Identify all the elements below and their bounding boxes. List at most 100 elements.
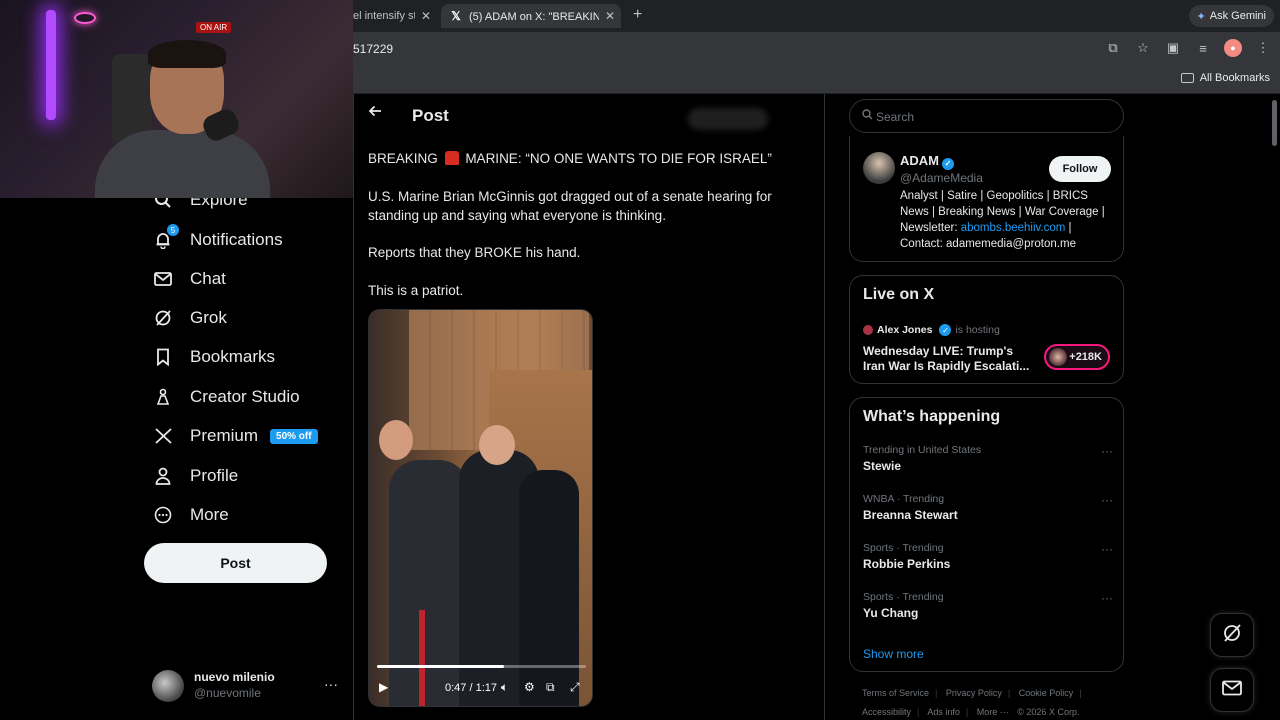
blurred-button[interactable]: [688, 108, 768, 130]
more-dots-icon[interactable]: ···: [1101, 591, 1113, 605]
show-more-link[interactable]: Show more: [863, 647, 924, 661]
browser-tab-active[interactable]: 𝕏 (5) ADAM on X: "BREAKING 🚨 ✕: [441, 4, 621, 28]
host-name: Alex Jones: [877, 324, 933, 336]
avatar: [152, 670, 184, 702]
post-button[interactable]: Post: [144, 543, 327, 583]
footer-link[interactable]: Terms of Service: [862, 688, 929, 698]
host-avatar: [863, 325, 873, 335]
listener-count: +218K: [1069, 351, 1102, 363]
ask-gemini-button[interactable]: ✦ Ask Gemini: [1188, 5, 1274, 27]
right-sidebar: Search ADAM ✓ @AdameMedia Follow Analyst …: [826, 94, 1272, 720]
trend-item[interactable]: WNBA · Trending Breanna Stewart ···: [863, 493, 1113, 522]
video-frame-marine: [389, 460, 469, 706]
headline-text: MARINE: “NO ONE WANTS TO DIE FOR ISRAEL”: [465, 151, 772, 166]
nav-chat[interactable]: Chat: [152, 264, 226, 294]
install-app-icon[interactable]: ⧉: [1104, 39, 1122, 57]
follow-button[interactable]: Follow: [1049, 156, 1111, 182]
webcam-overlay: ON AIR: [0, 0, 353, 198]
toolbar-icons: ⧉ ☆ ▣ ≡ ● ⋮: [1104, 39, 1272, 57]
avatar[interactable]: [863, 152, 895, 184]
verified-icon: ✓: [942, 157, 954, 170]
video-player[interactable]: ▶ 0:47 / 1:17 🔈︎ ⚙︎ ⧉ ⤢: [368, 309, 593, 707]
author-bio: Analyst | Satire | Geopolitics | BRICS N…: [900, 188, 1115, 252]
post-header: Post: [354, 94, 824, 138]
menu-kebab-icon[interactable]: ⋮: [1254, 39, 1272, 57]
close-icon[interactable]: ✕: [421, 9, 431, 23]
streamer-hair: [148, 40, 226, 68]
more-dots-icon[interactable]: ···: [1101, 542, 1113, 556]
more-circle-icon: [152, 504, 174, 526]
account-handle: @nuevomile: [194, 686, 261, 700]
trend-name: Breanna Stewart: [863, 508, 958, 522]
nav-profile[interactable]: Profile: [152, 461, 238, 491]
footer-link[interactable]: Accessibility: [862, 707, 911, 717]
trend-item[interactable]: Sports · Trending Yu Chang ···: [863, 591, 1113, 620]
footer-link[interactable]: Privacy Policy: [946, 688, 1002, 698]
nav-notifications[interactable]: 5 Notifications: [152, 224, 283, 255]
volume-icon[interactable]: 🔈︎: [501, 680, 508, 695]
account-switcher[interactable]: nuevo milenio @nuevomile ···: [152, 668, 342, 704]
verified-icon: ✓: [939, 324, 952, 336]
more-dots-icon[interactable]: ···: [324, 676, 338, 692]
trend-name: Robbie Perkins: [863, 557, 951, 571]
nav-premium[interactable]: Premium 50% off: [152, 421, 318, 451]
nav-bookmarks[interactable]: Bookmarks: [152, 342, 275, 372]
grok-icon: [152, 307, 174, 329]
hosting-label: is hosting: [955, 324, 1000, 336]
messages-float-button[interactable]: [1210, 668, 1254, 712]
trend-name: Yu Chang: [863, 606, 919, 620]
video-progress-bar[interactable]: [377, 665, 586, 668]
search-icon: [862, 109, 873, 123]
nav-label: Creator Studio: [190, 387, 300, 406]
siren-emoji-icon: [444, 151, 459, 165]
settings-gear-icon[interactable]: ⚙︎: [524, 680, 535, 694]
media-icon[interactable]: ≡: [1194, 39, 1212, 57]
back-arrow-icon[interactable]: [368, 104, 382, 123]
bio-link[interactable]: abombs.beehiiv.com: [961, 222, 1066, 234]
browser-tab[interactable]: el intensify st ✕: [353, 4, 437, 28]
all-bookmarks-button[interactable]: All Bookmarks: [1180, 72, 1270, 84]
gemini-label: Ask Gemini: [1209, 10, 1266, 22]
trend-item[interactable]: Sports · Trending Robbie Perkins ···: [863, 542, 1113, 571]
more-dots-icon[interactable]: ···: [1101, 493, 1113, 507]
new-tab-icon[interactable]: +: [633, 6, 642, 24]
footer-links: Terms of Service | Privacy Policy | Cookie…: [862, 688, 1082, 717]
live-stream-title[interactable]: Wednesday LIVE: Trump's Iran War Is Rapi…: [863, 344, 1038, 374]
streamer-body: [95, 130, 270, 198]
creator-icon: [152, 386, 174, 408]
search-input[interactable]: Search: [849, 99, 1124, 133]
post-text-paragraph: U.S. Marine Brian McGinnis got dragged o…: [368, 189, 772, 223]
close-icon[interactable]: ✕: [605, 9, 615, 23]
video-time: 0:47 / 1:17: [445, 682, 497, 694]
more-dots-icon[interactable]: ···: [1101, 444, 1113, 458]
author-name-row[interactable]: ADAM ✓: [900, 153, 954, 170]
trend-meta: Sports · Trending: [863, 591, 944, 603]
grok-float-button[interactable]: [1210, 613, 1254, 657]
fullscreen-icon[interactable]: ⤢: [570, 680, 580, 695]
screen: Explore 5 Notifications Chat Grok Bookma…: [0, 0, 1280, 720]
star-icon[interactable]: ☆: [1134, 39, 1152, 57]
author-handle: @AdameMedia: [900, 171, 983, 185]
live-host-row[interactable]: Alex Jones ✓ is hosting: [863, 324, 1000, 336]
post-text-paragraph: Reports that they BROKE his hand.: [368, 245, 581, 260]
x-favicon-icon: 𝕏: [451, 9, 461, 23]
footer-link[interactable]: More ···: [977, 707, 1009, 717]
live-listener-pill[interactable]: +218K: [1044, 344, 1110, 370]
footer-link[interactable]: Cookie Policy: [1019, 688, 1074, 698]
nav-grok[interactable]: Grok: [152, 303, 227, 333]
post-text-headline: BREAKING MARINE: “NO ONE WANTS TO DIE FO…: [368, 149, 808, 168]
trend-meta: Trending in United States: [863, 444, 982, 456]
nav-more[interactable]: More: [152, 500, 229, 530]
scrollbar-thumb[interactable]: [1272, 100, 1277, 146]
pip-icon[interactable]: ⧉: [546, 680, 555, 695]
browser-tab-bar: el intensify st ✕ 𝕏 (5) ADAM on X: "BREA…: [353, 0, 1280, 32]
play-icon[interactable]: ▶: [379, 680, 388, 694]
nav-creator-studio[interactable]: Creator Studio: [152, 382, 300, 412]
profile-avatar-icon[interactable]: ●: [1224, 39, 1242, 57]
x-logo-icon: [152, 425, 174, 447]
all-bookmarks-label: All Bookmarks: [1199, 72, 1270, 84]
trend-item[interactable]: Trending in United States Stewie ···: [863, 444, 1113, 473]
extensions-icon[interactable]: ▣: [1164, 39, 1182, 57]
footer-link[interactable]: Ads info: [927, 707, 960, 717]
url-field[interactable]: 517229: [353, 42, 393, 56]
